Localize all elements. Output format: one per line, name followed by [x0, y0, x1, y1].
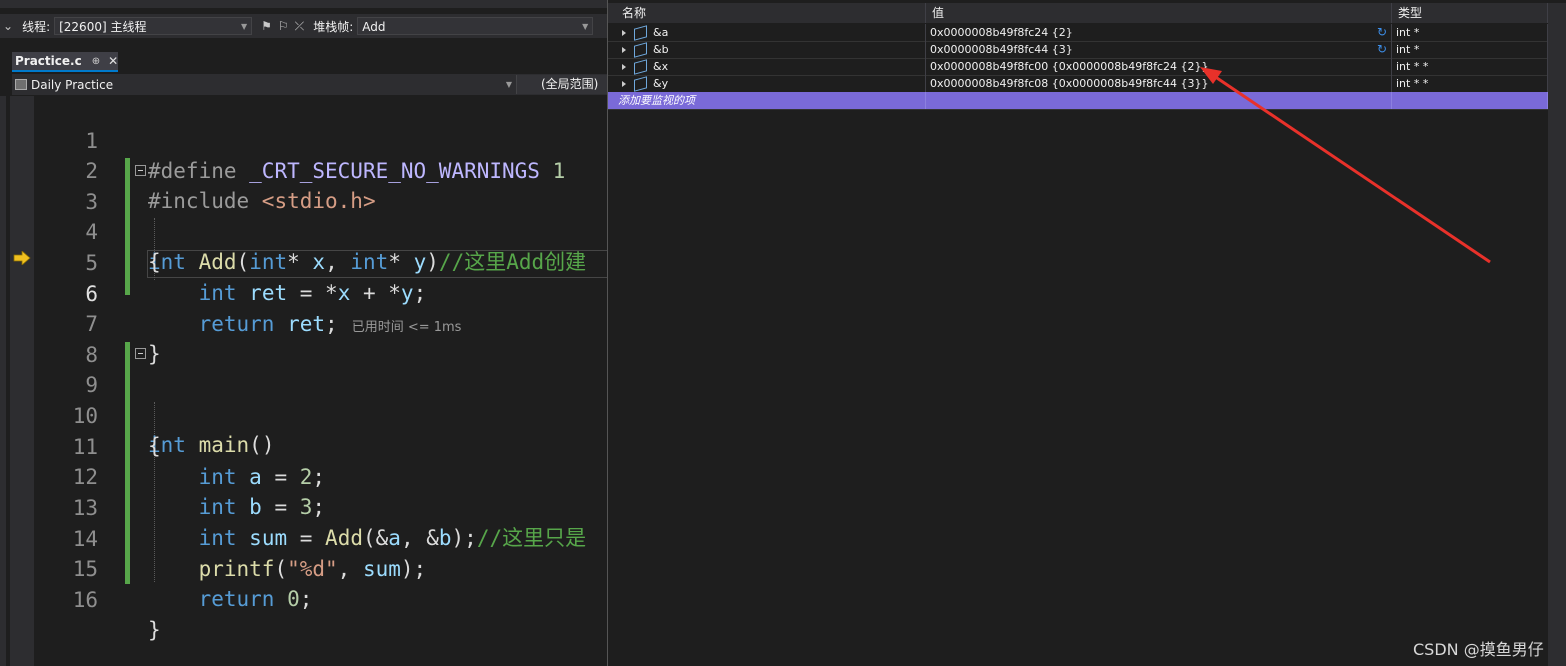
- annotation-arrow-head: [1200, 67, 1222, 84]
- annotation-arrow-line: [1213, 74, 1491, 264]
- annotation-arrow: [1200, 67, 1491, 264]
- watermark: CSDN @摸鱼男仔: [1413, 640, 1544, 659]
